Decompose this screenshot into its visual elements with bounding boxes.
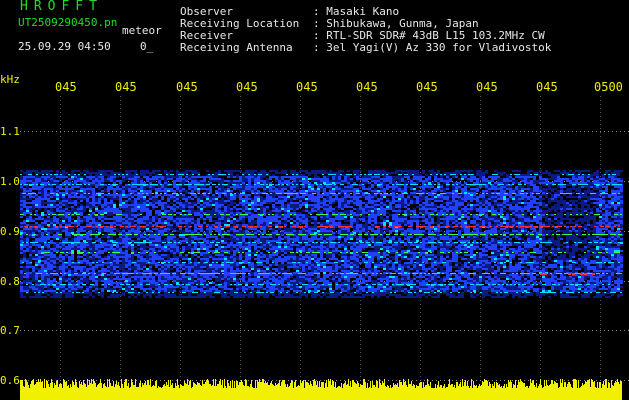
x-tick-5: 045 [296,80,318,94]
y-tick-1-0: 1.0 [0,175,20,188]
grid-dots [20,131,21,132]
amplitude-bar [20,380,21,400]
y-tick-1-1: 1.1 [0,125,20,138]
y-tick-0-6: 0.6 [0,374,20,387]
spectrogram-noise [20,170,623,298]
x-tick-3: 045 [176,80,198,94]
x-tick-10: 0500 [594,80,623,94]
x-tick-6: 045 [356,80,378,94]
spectrogram-plot [20,96,629,400]
x-tick-9: 045 [536,80,558,94]
x-tick-4: 045 [236,80,258,94]
x-tick-1: 045 [55,80,77,94]
signal-bars [20,379,622,400]
x-tick-7: 045 [416,80,438,94]
y-tick-0-9: 0.9 [0,225,20,238]
y-tick-0-7: 0.7 [0,324,20,337]
x-tick-8: 045 [476,80,498,94]
y-tick-0-8: 0.8 [0,275,20,288]
y-axis-unit: kHz [0,73,20,86]
x-tick-2: 045 [115,80,137,94]
